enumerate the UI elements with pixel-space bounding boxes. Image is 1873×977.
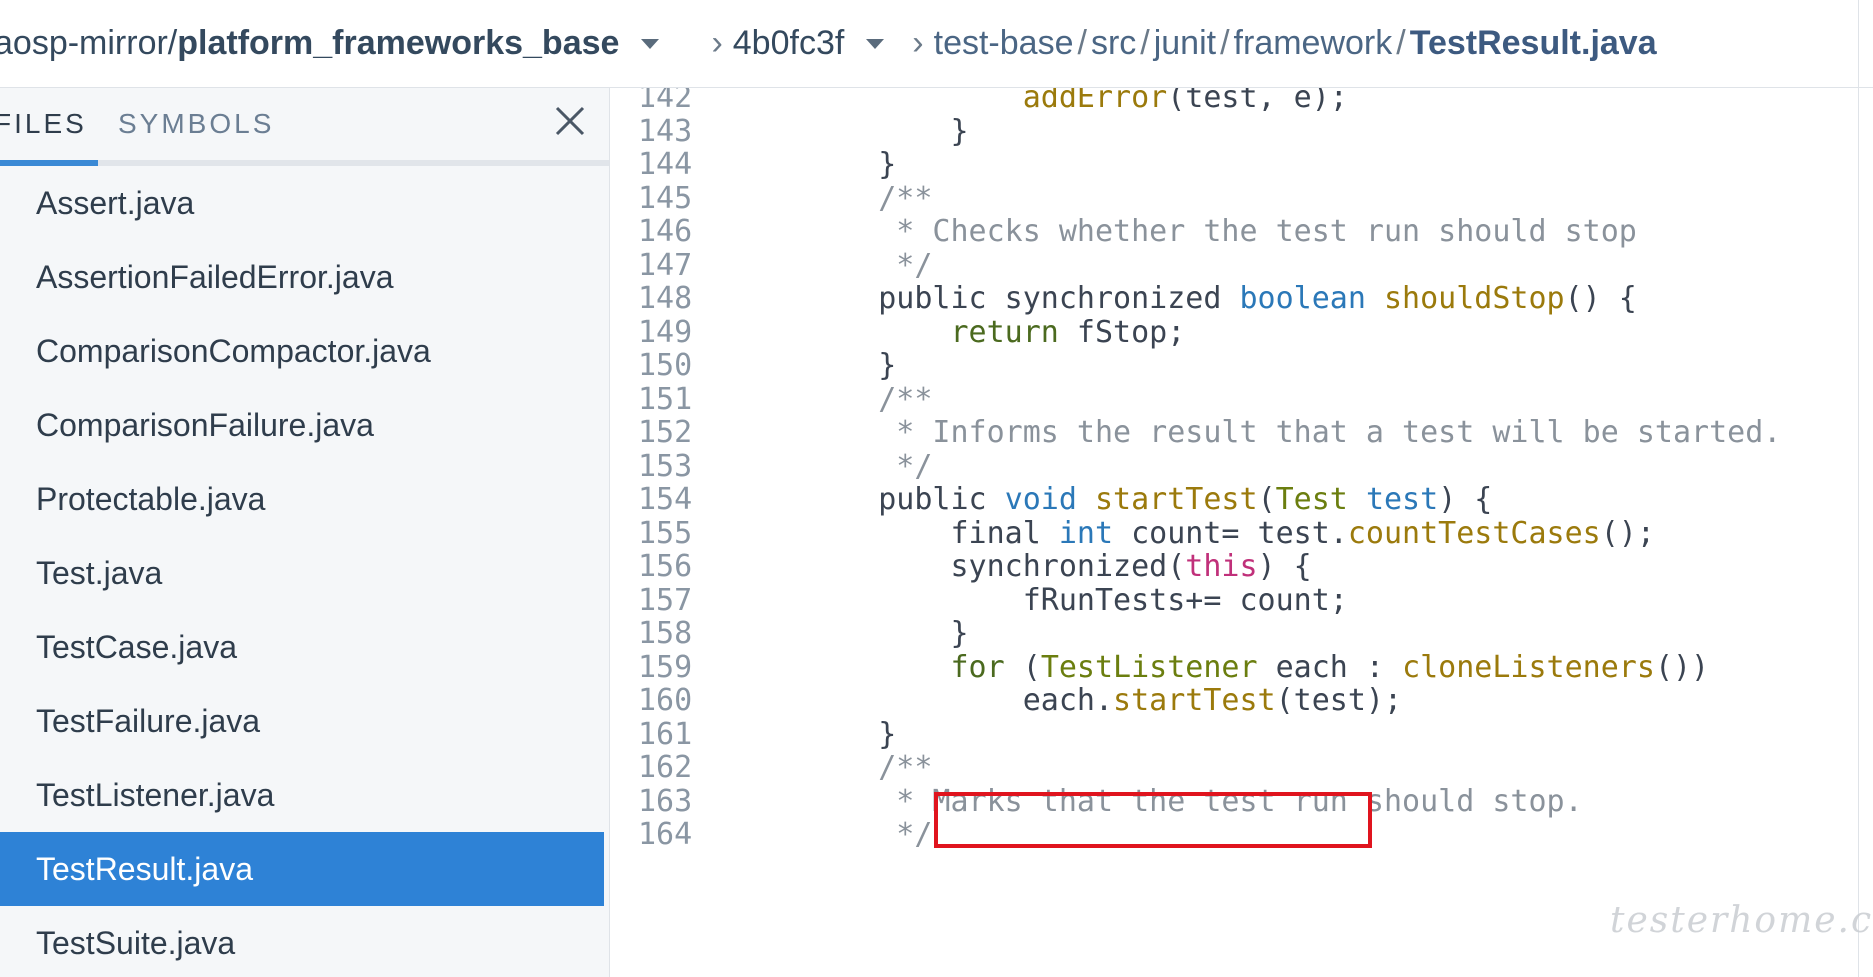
code-token: void (1004, 482, 1077, 517)
code-token: return (950, 314, 1059, 350)
code-token: /** (806, 381, 933, 417)
code-token: } (806, 348, 897, 383)
file-item[interactable]: TestListener.java (0, 758, 604, 832)
code-token: (test, e); (1167, 88, 1348, 115)
revision-link[interactable]: 4b0fc3f (733, 24, 845, 63)
code-token[interactable]: startTest (1113, 683, 1276, 718)
path-segment-link[interactable]: test-base (934, 24, 1074, 63)
code-token: final (806, 515, 1059, 551)
code-token: count= test. (1113, 515, 1348, 551)
code-token: boolean (1239, 281, 1366, 316)
file-item[interactable]: ComparisonFailure.java (0, 388, 604, 462)
code-token: } (806, 147, 897, 182)
code-token: */ (806, 448, 933, 484)
code-token: * Marks that the test run should stop. (806, 783, 1583, 819)
code-token: each : (1257, 649, 1403, 685)
code-token[interactable]: shouldStop (1384, 281, 1565, 316)
current-file-name: TestResult.java (1409, 24, 1657, 62)
file-list: Assert.java AssertionFailedError.java Comp… (0, 166, 609, 977)
code-token: */ (806, 247, 933, 283)
code-token: public synchronized (806, 281, 1240, 316)
code-token: (test); (1275, 683, 1403, 718)
code-token: test (1365, 482, 1439, 517)
code-token: fRunTests+= count; (806, 582, 1348, 618)
code-token[interactable]: cloneListeners (1402, 650, 1655, 685)
code-text: */ (806, 815, 932, 855)
chevron-right-icon: › (912, 24, 924, 62)
code-token[interactable]: addError (1023, 88, 1168, 115)
code-token: * Informs the result that a test will be… (806, 415, 1782, 450)
path-separator: / (1077, 24, 1087, 62)
code-viewer: 142 addError(test, e); 143 } 144 } 145 /** 1… (612, 88, 1856, 977)
vertical-scrollbar[interactable] (1858, 88, 1873, 977)
revision-dropdown-caret-icon[interactable] (866, 38, 885, 49)
code-token: public (806, 482, 1005, 517)
file-item[interactable]: TestSuite.java (0, 906, 604, 977)
code-token: } (806, 113, 969, 149)
code-token: } (806, 716, 897, 752)
active-tab-indicator (0, 160, 98, 166)
code-token: synchronized( (806, 549, 1186, 584)
path-separator: / (1396, 24, 1406, 62)
code-token: each. (806, 683, 1114, 718)
header-scroll-edge (1858, 0, 1873, 88)
code-token: int (1058, 515, 1114, 551)
line-number[interactable]: 164 (638, 815, 708, 855)
file-item[interactable]: Protectable.java (0, 462, 604, 536)
tab-files[interactable]: FILES (0, 88, 87, 160)
file-item[interactable]: AssertionFailedError.java (0, 240, 604, 314)
file-item-active[interactable]: TestResult.java (0, 832, 604, 906)
path-segment-link[interactable]: framework (1234, 24, 1393, 63)
path-segment-link[interactable]: junit (1154, 24, 1216, 63)
code-token: ( (1257, 482, 1276, 517)
code-token: () { (1564, 281, 1637, 316)
breadcrumb-bar: aosp-mirror/ platform_frameworks_base › … (0, 0, 1873, 88)
repo-owner-link[interactable]: aosp-mirror/ (0, 24, 177, 63)
file-item[interactable]: ComparisonCompactor.java (0, 314, 604, 388)
code-token: /** (806, 750, 933, 785)
code-token: ) { (1257, 549, 1312, 584)
code-token[interactable]: startTest (1095, 482, 1258, 517)
tab-symbols[interactable]: SYMBOLS (118, 88, 274, 160)
code-token: for (950, 649, 1005, 685)
code-token: */ (806, 817, 933, 852)
chevron-right-icon: › (711, 24, 723, 62)
repo-name-link[interactable]: platform_frameworks_base (177, 24, 619, 63)
code-token: /** (806, 180, 933, 216)
code-token: TestListener (1040, 649, 1258, 685)
file-item[interactable]: TestFailure.java (0, 684, 604, 758)
path-separator: / (1140, 24, 1150, 62)
file-item[interactable]: Assert.java (0, 166, 604, 240)
code-token: * Checks whether the test run should sto… (806, 214, 1637, 249)
file-item[interactable]: Test.java (0, 536, 604, 610)
code-token: fStop; (1058, 314, 1186, 350)
code-token: Test (1275, 482, 1348, 517)
sidebar-tabs: FILES SYMBOLS (0, 88, 609, 166)
close-icon[interactable] (553, 104, 587, 138)
file-item[interactable]: TestCase.java (0, 610, 604, 684)
code-token: } (806, 616, 969, 651)
code-token: ( (1004, 649, 1041, 685)
code-token[interactable]: countTestCases (1348, 516, 1601, 551)
code-text: * Informs the result that a test will be… (806, 413, 1781, 453)
path-separator: / (1220, 24, 1230, 62)
repo-dropdown-caret-icon[interactable] (641, 38, 660, 49)
code-token: ()) (1654, 649, 1710, 685)
code-token: (); (1600, 515, 1655, 551)
code-token: this (1185, 549, 1258, 584)
file-sidebar: FILES SYMBOLS Assert.java AssertionFailed… (0, 88, 610, 977)
code-token: ) { (1438, 482, 1493, 517)
watermark: testerhome.com (1610, 900, 1873, 941)
path-segment-link[interactable]: src (1091, 24, 1136, 63)
